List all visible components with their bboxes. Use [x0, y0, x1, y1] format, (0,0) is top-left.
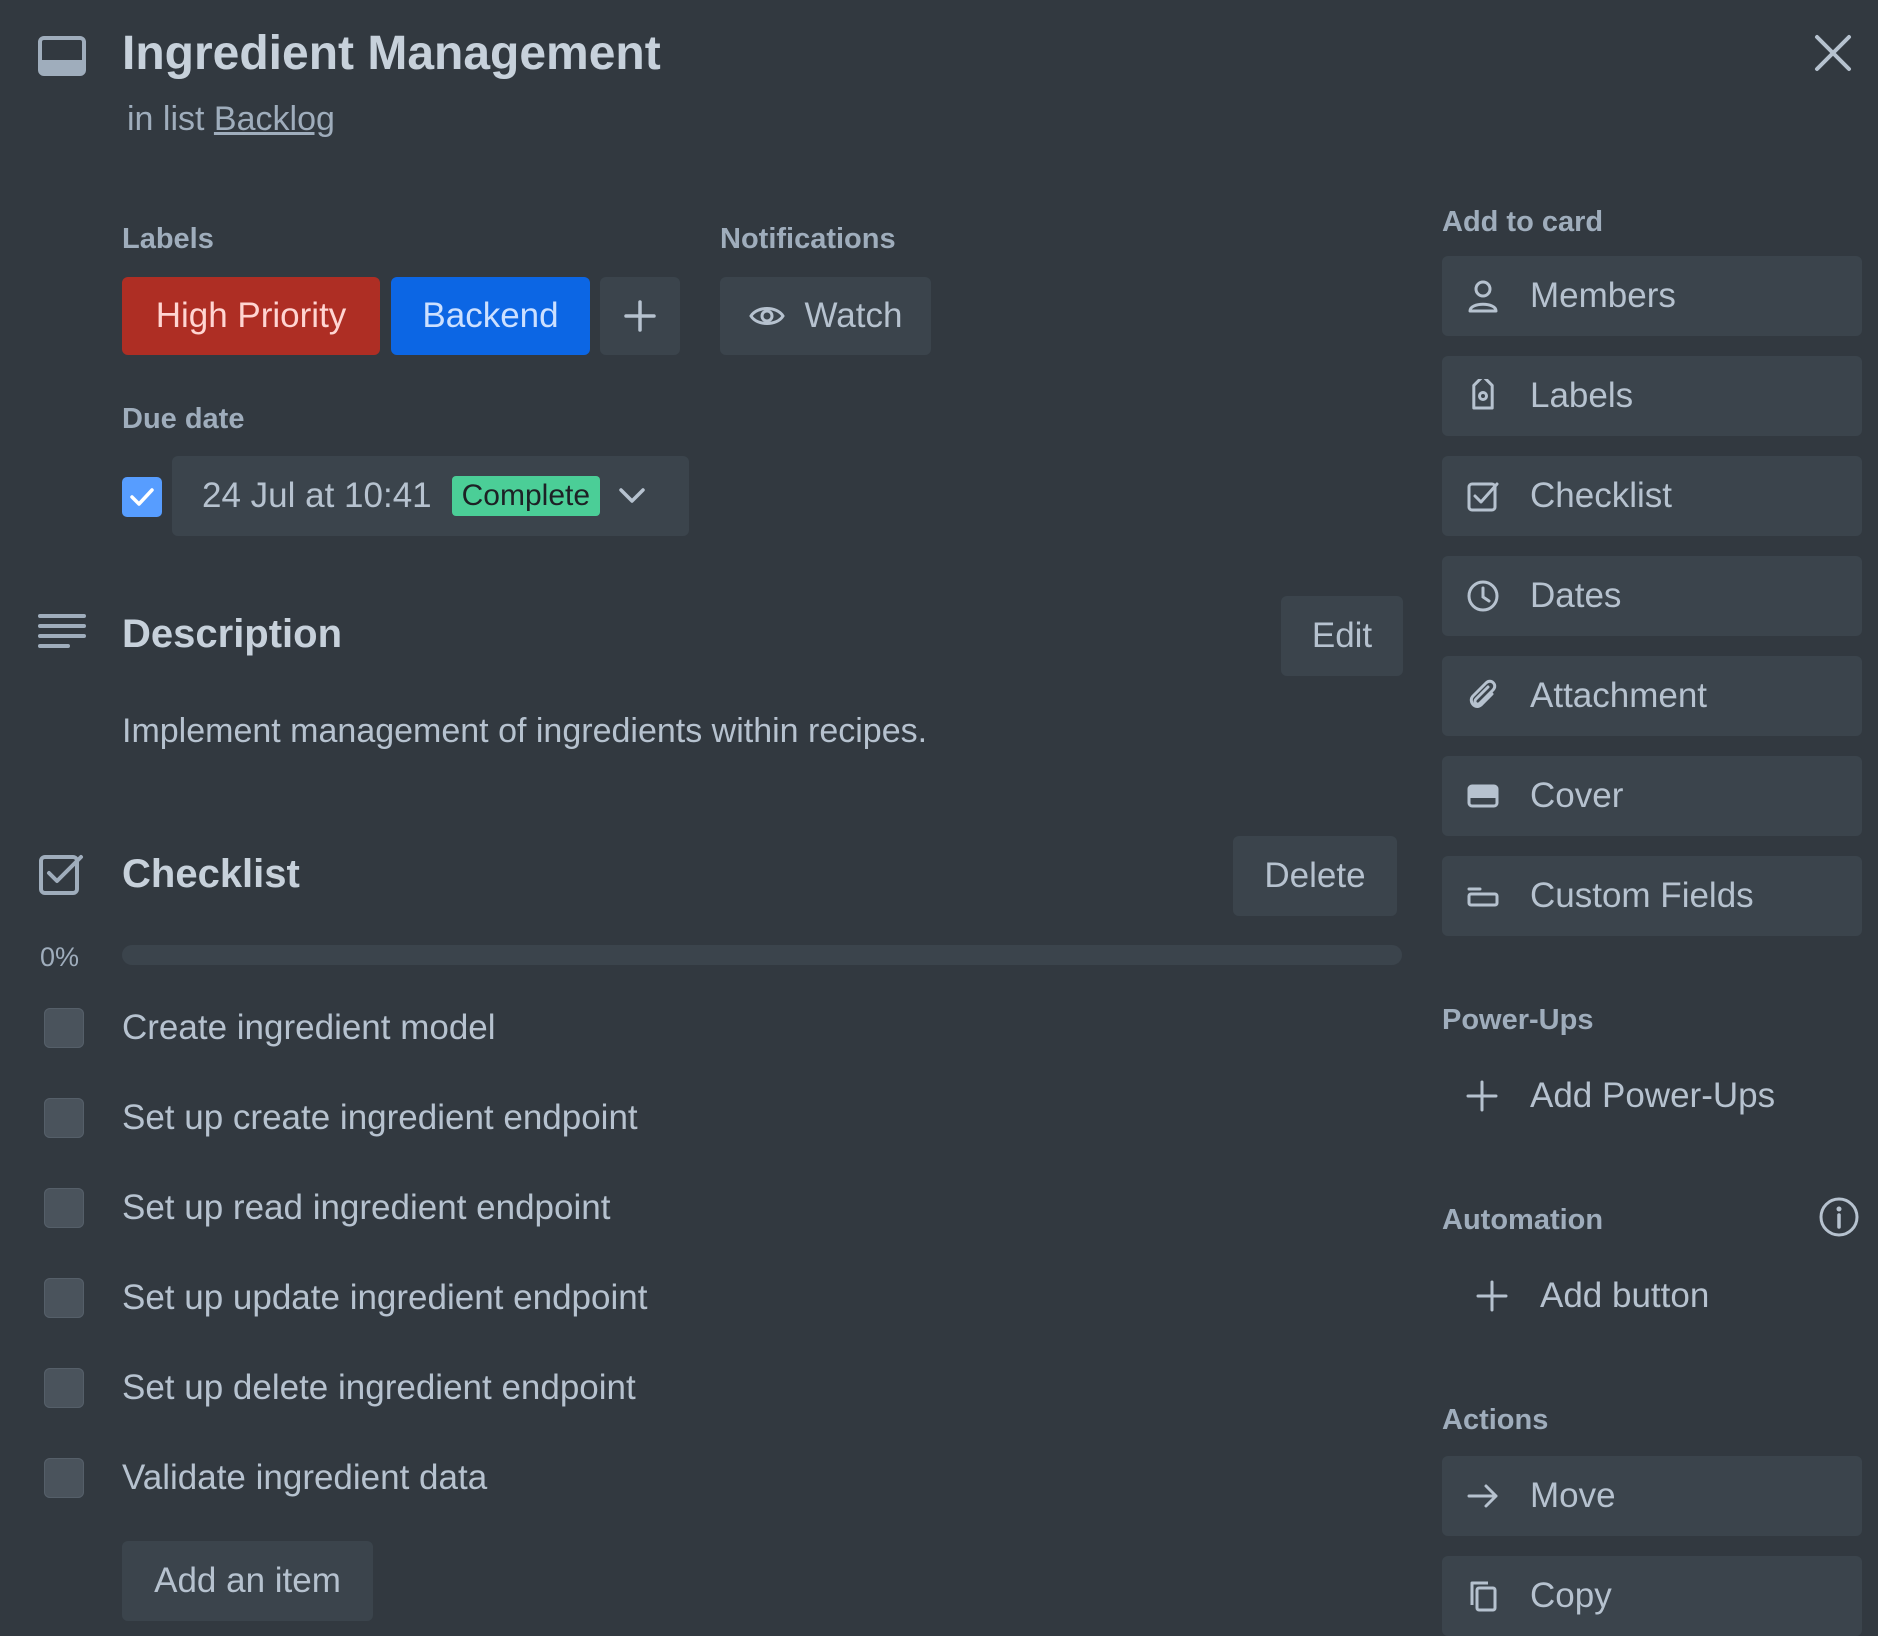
eye-icon	[748, 307, 785, 325]
automation-heading: Automation	[1442, 1204, 1604, 1236]
members-label: Members	[1530, 276, 1676, 315]
checklist-progress-percent: 0%	[40, 942, 80, 972]
add-checklist-item-button[interactable]: Add an item	[122, 1541, 373, 1621]
checklist-item: Validate ingredient data	[44, 1453, 487, 1503]
close-button[interactable]	[1798, 18, 1868, 88]
complete-badge: Complete	[451, 476, 601, 516]
checklist-item-checkbox[interactable]	[44, 1008, 84, 1048]
dates-label: Dates	[1530, 576, 1622, 615]
checklist-item-checkbox[interactable]	[44, 1278, 84, 1318]
cover-label: Cover	[1530, 776, 1624, 815]
label-backend[interactable]: Backend	[391, 277, 590, 355]
plus-icon	[1466, 1080, 1498, 1112]
checklist-item-checkbox[interactable]	[44, 1188, 84, 1228]
close-icon	[1815, 35, 1851, 71]
due-date-value: 24 Jul at 10:41	[202, 476, 432, 515]
custom-fields-button[interactable]: Custom Fields	[1442, 856, 1862, 936]
edit-description-button[interactable]: Edit	[1281, 596, 1403, 676]
actions-heading: Actions	[1442, 1404, 1549, 1436]
labels-heading: Labels	[122, 223, 214, 255]
watch-label: Watch	[804, 296, 903, 335]
move-label: Move	[1530, 1476, 1616, 1515]
description-icon	[38, 612, 88, 662]
tag-icon	[1472, 379, 1494, 410]
checklist-icon	[38, 852, 88, 902]
copy-label: Copy	[1530, 1576, 1612, 1615]
checklist-item-checkbox[interactable]	[44, 1368, 84, 1408]
dates-button[interactable]: Dates	[1442, 556, 1862, 636]
list-link[interactable]: Backlog	[214, 100, 335, 138]
info-icon	[1819, 1197, 1859, 1237]
add-powerups-label: Add Power-Ups	[1530, 1076, 1776, 1115]
checklist-item-checkbox[interactable]	[44, 1098, 84, 1138]
add-automation-button[interactable]: Add button	[1442, 1261, 1709, 1331]
automation-info-button[interactable]	[1818, 1196, 1860, 1238]
checklist-item: Set up read ingredient endpoint	[44, 1183, 610, 1233]
checklist-item: Create ingredient model	[44, 1003, 496, 1053]
card-icon	[38, 36, 90, 80]
chevron-down-icon	[619, 488, 645, 503]
arrow-right-icon	[1467, 1484, 1498, 1508]
add-powerups-button[interactable]: Add Power-Ups	[1442, 1061, 1775, 1131]
description-heading: Description	[122, 612, 343, 656]
cover-icon	[1467, 784, 1499, 808]
checklist-button[interactable]: Checklist	[1442, 456, 1862, 536]
checkmark-icon	[130, 488, 154, 506]
add-button-label: Add button	[1540, 1276, 1710, 1315]
checklist-label: Checklist	[1530, 476, 1672, 515]
checklist-item-text[interactable]: Set up delete ingredient endpoint	[122, 1368, 636, 1408]
members-button[interactable]: Members	[1442, 256, 1862, 336]
paperclip-icon	[1469, 679, 1497, 708]
delete-checklist-button[interactable]: Delete	[1233, 836, 1397, 916]
label-high-priority[interactable]: High Priority	[122, 277, 380, 355]
due-date-dropdown[interactable]: 24 Jul at 10:41 Complete	[172, 456, 689, 536]
checklist-item: Set up delete ingredient endpoint	[44, 1363, 636, 1413]
notifications-heading: Notifications	[720, 223, 896, 255]
list-breadcrumb: in list Backlog	[127, 100, 335, 139]
due-date-heading: Due date	[122, 403, 245, 435]
checklist-item: Set up create ingredient endpoint	[44, 1093, 638, 1143]
checklist-progress-bar	[122, 945, 1402, 965]
labels-label: Labels	[1530, 376, 1634, 415]
checklist-item: Set up update ingredient endpoint	[44, 1273, 647, 1323]
checklist-item-text[interactable]: Set up update ingredient endpoint	[122, 1278, 647, 1318]
move-button[interactable]: Move	[1442, 1456, 1862, 1536]
due-date-checkbox[interactable]	[122, 477, 162, 517]
copy-icon	[1470, 1581, 1497, 1612]
checklist-item-text[interactable]: Validate ingredient data	[122, 1458, 487, 1498]
powerups-heading: Power-Ups	[1442, 1004, 1594, 1036]
description-text[interactable]: Implement management of ingredients with…	[122, 712, 927, 751]
copy-button[interactable]: Copy	[1442, 1556, 1862, 1636]
plus-icon	[624, 300, 656, 332]
watch-button[interactable]: Watch	[720, 277, 931, 355]
list-prefix: in list	[127, 100, 205, 138]
cover-button[interactable]: Cover	[1442, 756, 1862, 836]
checklist-item-checkbox[interactable]	[44, 1458, 84, 1498]
card-title[interactable]: Ingredient Management	[122, 26, 661, 81]
person-icon	[1468, 280, 1498, 313]
checklist-item-text[interactable]: Set up read ingredient endpoint	[122, 1188, 610, 1228]
attachment-button[interactable]: Attachment	[1442, 656, 1862, 736]
checklist-item-text[interactable]: Set up create ingredient endpoint	[122, 1098, 638, 1138]
checklist-item-text[interactable]: Create ingredient model	[122, 1008, 496, 1048]
checklist-heading: Checklist	[122, 852, 300, 896]
add-to-card-heading: Add to card	[1442, 206, 1604, 238]
attachment-label: Attachment	[1530, 676, 1708, 715]
checkbox-icon	[1467, 482, 1499, 512]
add-label-button[interactable]	[600, 277, 680, 355]
clock-icon	[1467, 580, 1499, 612]
plus-icon	[1476, 1280, 1508, 1312]
field-icon	[1467, 887, 1499, 907]
labels-button[interactable]: Labels	[1442, 356, 1862, 436]
custom-fields-label: Custom Fields	[1530, 876, 1754, 915]
